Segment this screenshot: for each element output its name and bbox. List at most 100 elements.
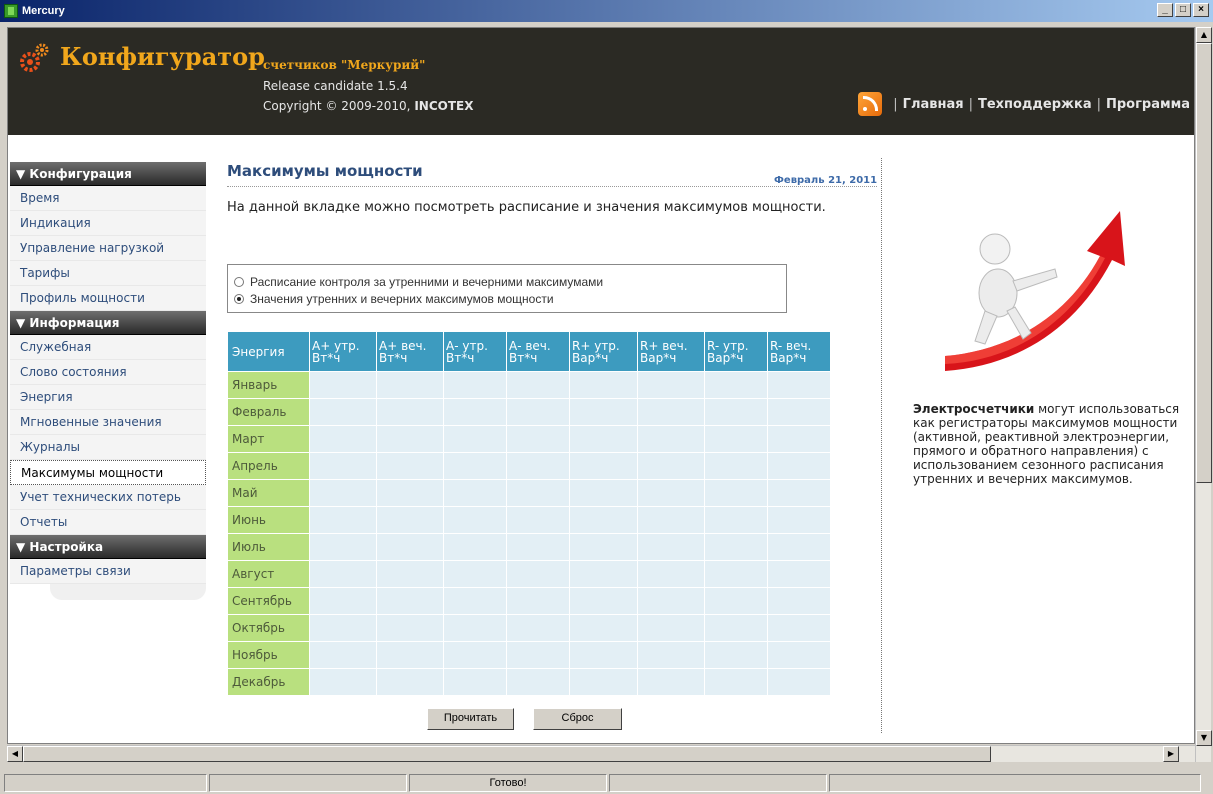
status-pane-4 xyxy=(609,774,827,792)
sidebar-item-service[interactable]: Служебная xyxy=(10,335,206,360)
value-cell xyxy=(569,560,638,588)
nav-home-link[interactable]: Главная xyxy=(903,97,964,112)
read-button[interactable]: Прочитать xyxy=(427,708,514,730)
value-cell xyxy=(767,533,831,561)
value-cell xyxy=(767,452,831,480)
app-icon xyxy=(4,4,18,18)
value-cell xyxy=(704,533,768,561)
value-cell xyxy=(443,371,507,399)
sidebar-item-reports[interactable]: Отчеты xyxy=(10,510,206,535)
sidebar-item-energy[interactable]: Энергия xyxy=(10,385,206,410)
sidebar-item-indication[interactable]: Индикация xyxy=(10,211,206,236)
sidebar-section-settings[interactable]: ▼ Настройка xyxy=(10,535,206,559)
radio-values[interactable] xyxy=(234,293,244,304)
value-cell xyxy=(309,614,377,642)
month-cell: Сентябрь xyxy=(227,587,310,615)
value-cell xyxy=(309,371,377,399)
window-title: Mercury xyxy=(22,5,65,17)
sidebar-item-technical-losses[interactable]: Учет технических потерь xyxy=(10,485,206,510)
radio-values-label[interactable]: Значения утренних и вечерних максимумов … xyxy=(250,292,554,306)
value-cell xyxy=(443,398,507,426)
value-cell xyxy=(704,668,768,696)
release-version: Release candidate 1.5.4 xyxy=(263,79,408,93)
sidebar-item-status-word[interactable]: Слово состояния xyxy=(10,360,206,385)
promo-bold-term: Электросчетчики xyxy=(913,402,1035,416)
sidebar-item-tariffs[interactable]: Тарифы xyxy=(10,261,206,286)
nav-program-link[interactable]: Программа xyxy=(1106,97,1190,112)
value-cell xyxy=(637,506,705,534)
brand-subtitle: счетчиков "Меркурий" xyxy=(263,58,426,72)
value-cell xyxy=(376,452,444,480)
value-cell xyxy=(506,560,570,588)
value-cell xyxy=(767,506,831,534)
value-cell xyxy=(637,371,705,399)
reset-button[interactable]: Сброс xyxy=(533,708,622,730)
value-cell xyxy=(637,560,705,588)
value-cell xyxy=(506,425,570,453)
scroll-right-button[interactable]: ▶ xyxy=(1163,746,1179,762)
value-cell xyxy=(376,641,444,669)
value-cell xyxy=(767,560,831,588)
vertical-scrollbar[interactable]: ▲ ▼ xyxy=(1195,27,1212,762)
value-cell xyxy=(443,533,507,561)
month-cell: Февраль xyxy=(227,398,310,426)
window-titlebar[interactable]: Mercury _ □ × xyxy=(0,0,1213,22)
value-cell xyxy=(443,479,507,507)
radio-schedule-label[interactable]: Расписание контроля за утренними и вечер… xyxy=(250,275,603,289)
sidebar-item-power-maximums[interactable]: Максимумы мощности xyxy=(10,460,206,485)
value-cell xyxy=(309,560,377,588)
month-cell: Июль xyxy=(227,533,310,561)
radio-schedule-option[interactable]: Расписание контроля за утренними и вечер… xyxy=(234,273,786,290)
value-cell xyxy=(767,614,831,642)
top-navigation: | Главная | Техподдержка | Программа xyxy=(858,92,1190,116)
value-cell xyxy=(376,533,444,561)
month-cell: Ноябрь xyxy=(227,641,310,669)
status-pane-1 xyxy=(4,774,207,792)
month-cell: Май xyxy=(227,479,310,507)
horizontal-scrollbar[interactable]: ◀ ▶ xyxy=(7,745,1195,762)
value-cell xyxy=(569,398,638,426)
value-cell xyxy=(637,533,705,561)
column-divider xyxy=(881,158,882,733)
value-cell xyxy=(637,641,705,669)
sidebar-item-instant-values[interactable]: Мгновенные значения xyxy=(10,410,206,435)
maximize-button[interactable]: □ xyxy=(1175,3,1191,17)
nav-support-link[interactable]: Техподдержка xyxy=(978,97,1092,112)
value-cell xyxy=(506,452,570,480)
value-cell xyxy=(506,479,570,507)
sidebar-item-connection-params[interactable]: Параметры связи xyxy=(10,559,206,584)
sidebar-section-configuration[interactable]: ▼ Конфигурация xyxy=(10,162,206,186)
value-cell xyxy=(704,560,768,588)
column-header-r-minus-morning: R- утр. Вар*ч xyxy=(704,331,768,372)
table-row: Октябрь xyxy=(227,614,831,642)
sidebar-item-load-control[interactable]: Управление нагрузкой xyxy=(10,236,206,261)
value-cell xyxy=(309,398,377,426)
scroll-left-button[interactable]: ◀ xyxy=(7,746,23,762)
value-cell xyxy=(309,479,377,507)
sidebar-item-time[interactable]: Время xyxy=(10,186,206,211)
value-cell xyxy=(309,452,377,480)
value-cell xyxy=(376,479,444,507)
horizontal-scroll-thumb[interactable] xyxy=(23,746,991,762)
title-divider xyxy=(227,186,877,187)
value-cell xyxy=(443,614,507,642)
sidebar-section-information[interactable]: ▼ Информация xyxy=(10,311,206,335)
copyright: Copyright © 2009-2010, INCOTEX xyxy=(263,99,473,113)
scroll-up-button[interactable]: ▲ xyxy=(1196,27,1212,43)
close-button[interactable]: × xyxy=(1193,3,1209,17)
sidebar-item-journals[interactable]: Журналы xyxy=(10,435,206,460)
column-header-r-plus-evening: R+ веч. Вар*ч xyxy=(637,331,705,372)
radio-schedule[interactable] xyxy=(234,276,244,287)
value-cell xyxy=(767,371,831,399)
vertical-scroll-thumb[interactable] xyxy=(1196,43,1212,483)
radio-values-option[interactable]: Значения утренних и вечерних максимумов … xyxy=(234,290,786,307)
value-cell xyxy=(309,587,377,615)
minimize-button[interactable]: _ xyxy=(1157,3,1173,17)
value-cell xyxy=(376,371,444,399)
table-header-row: Энергия А+ утр. Вт*ч А+ веч. Вт*ч А- утр. В… xyxy=(227,331,831,372)
scroll-down-button[interactable]: ▼ xyxy=(1196,730,1212,746)
value-cell xyxy=(506,371,570,399)
sidebar-item-power-profile[interactable]: Профиль мощности xyxy=(10,286,206,311)
rss-icon[interactable] xyxy=(858,92,883,116)
month-cell: Декабрь xyxy=(227,668,310,696)
